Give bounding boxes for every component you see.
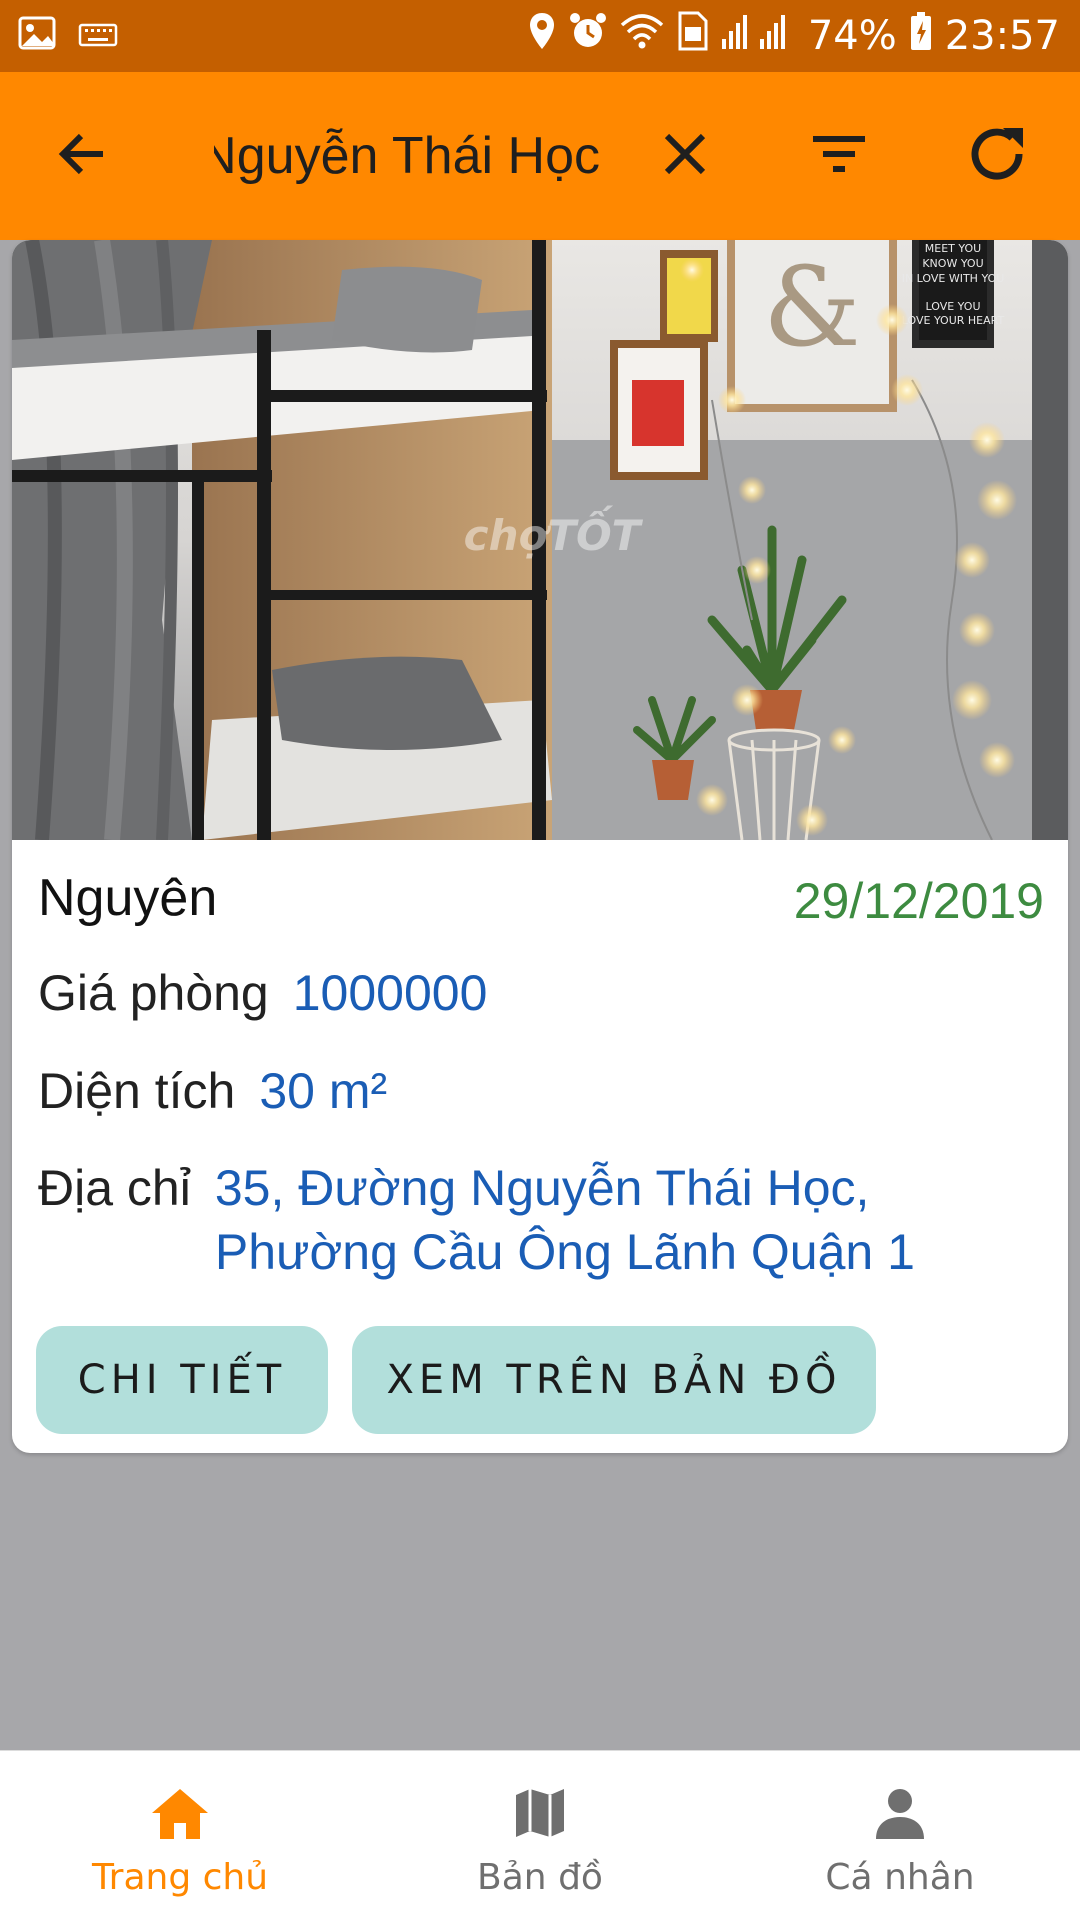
filter-button[interactable] — [784, 72, 894, 240]
refresh-icon — [963, 120, 1031, 193]
address-line-2: Phường Cầu Ông Lãnh Quận 1 — [214, 1224, 915, 1280]
nav-profile[interactable]: Cá nhân — [720, 1751, 1080, 1920]
svg-text:LOVE YOUR HEART: LOVE YOUR HEART — [902, 314, 1005, 327]
listing-card[interactable]: & MEET YOU KNOW YOU IN LOVE WITH YOU LOVE Y… — [12, 240, 1068, 1453]
area-value: 30 m² — [259, 1063, 388, 1119]
image-icon — [18, 14, 58, 59]
nav-home-label: Trang chủ — [91, 1857, 269, 1898]
svg-text:IN LOVE WITH YOU: IN LOVE WITH YOU — [902, 272, 1005, 285]
clock-time: 23:57 — [944, 13, 1060, 59]
location-icon — [528, 11, 556, 61]
price-label: Giá phòng — [38, 965, 269, 1021]
svg-text:MEET YOU: MEET YOU — [925, 242, 981, 255]
refresh-button[interactable] — [942, 72, 1052, 240]
close-icon — [661, 130, 709, 183]
nav-map-label: Bản đồ — [477, 1857, 603, 1898]
address-value: 35, Đường Nguyễn Thái Học, Phường Cầu Ôn… — [215, 1156, 915, 1284]
signal-icon — [720, 11, 796, 61]
nav-home[interactable]: Trang chủ — [0, 1751, 360, 1920]
bottom-navigation: Trang chủ Bản đồ Cá nhân — [0, 1750, 1080, 1920]
svg-text:&: & — [763, 243, 861, 371]
map-icon — [512, 1783, 568, 1843]
address-line-1: 35, Đường Nguyễn Thái Học, — [214, 1160, 870, 1216]
filter-icon — [811, 132, 867, 181]
owner-name: Nguyên — [38, 869, 218, 927]
area-label: Diện tích — [38, 1063, 236, 1119]
keyboard-icon — [78, 14, 118, 59]
post-date: 29/12/2019 — [793, 873, 1044, 929]
status-bar: 74% 23:57 — [0, 0, 1080, 72]
address-label: Địa chỉ — [38, 1160, 191, 1216]
nav-profile-label: Cá nhân — [825, 1857, 975, 1898]
photo-watermark: chợTỐT — [464, 504, 644, 560]
wifi-icon — [620, 11, 664, 61]
address-row: Địa chỉ 35, Đường Nguyễn Thái Học, Phườn… — [38, 1156, 915, 1284]
arrow-left-icon — [55, 126, 111, 187]
alarm-icon — [568, 11, 608, 61]
details-button[interactable]: CHI TIẾT — [36, 1326, 328, 1434]
home-icon — [150, 1783, 210, 1843]
area-row: Diện tích 30 m² — [38, 1062, 387, 1120]
price-value: 1000000 — [292, 965, 488, 1021]
battery-icon — [909, 11, 933, 61]
clear-search-button[interactable] — [630, 72, 740, 240]
search-input[interactable] — [214, 126, 600, 186]
nav-map[interactable]: Bản đồ — [360, 1751, 720, 1920]
person-icon — [872, 1783, 928, 1843]
svg-text:KNOW YOU: KNOW YOU — [922, 257, 983, 270]
battery-percent: 74% — [807, 13, 897, 59]
price-row: Giá phòng 1000000 — [38, 964, 487, 1022]
app-bar — [0, 72, 1080, 240]
sim-icon — [676, 11, 708, 61]
room-photo[interactable]: & MEET YOU KNOW YOU IN LOVE WITH YOU LOVE Y… — [12, 240, 1068, 840]
view-on-map-button[interactable]: XEM TRÊN BẢN ĐỒ — [352, 1326, 876, 1434]
svg-text:LOVE YOU: LOVE YOU — [926, 300, 981, 313]
back-button[interactable] — [28, 72, 138, 240]
search-field-wrap — [214, 72, 600, 240]
